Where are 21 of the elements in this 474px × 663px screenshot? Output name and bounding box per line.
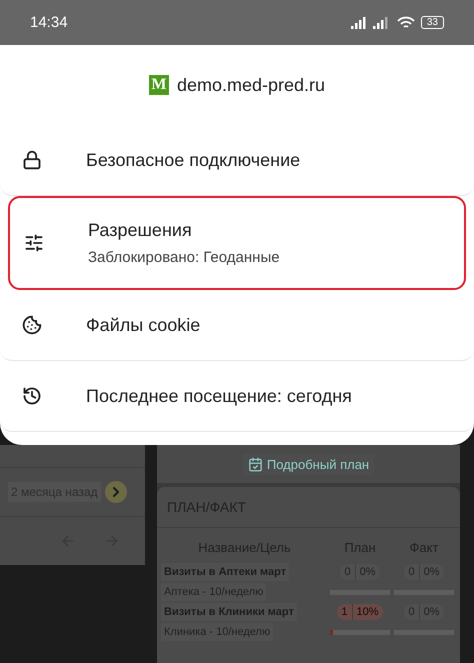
lock-icon	[22, 150, 42, 170]
site-info-item[interactable]: Разрешения Заблокировано: Геоданные	[8, 196, 466, 290]
site-info-item[interactable]: Безопасное подключение	[0, 125, 474, 196]
item-title: Файлы cookie	[86, 314, 200, 336]
clock-time: 14:34	[30, 14, 68, 31]
history-icon	[22, 386, 42, 406]
item-subtitle: Заблокировано: Геоданные	[88, 249, 280, 266]
item-title: Разрешения	[88, 220, 193, 241]
item-title: Безопасное подключение	[86, 150, 300, 170]
site-address: demo.med-pred.ru	[176, 74, 326, 96]
plan-pill: 1 10%	[337, 604, 383, 620]
calendar-icon	[248, 456, 263, 472]
cookie-icon	[22, 315, 42, 335]
site-logo: M	[148, 75, 169, 95]
next-button[interactable]	[104, 480, 127, 503]
site-info-item[interactable]: Последнее посещение: сегодня	[0, 361, 474, 432]
item-title: Последнее посещение: сегодня	[86, 386, 352, 406]
wifi-icon	[396, 16, 415, 30]
sliders-icon	[24, 233, 44, 253]
site-info-item[interactable]: Файлы cookie	[0, 290, 474, 361]
battery-icon: 33	[420, 16, 444, 29]
